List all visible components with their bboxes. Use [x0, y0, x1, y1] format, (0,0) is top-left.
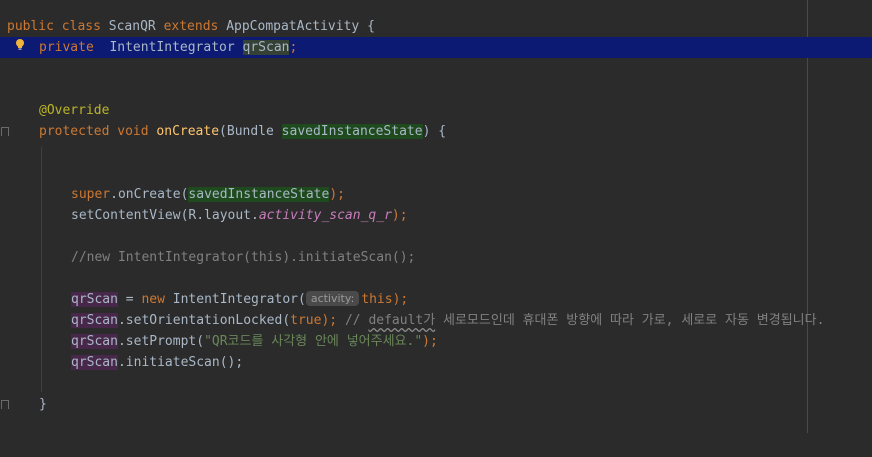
field-qrscan: qrScan — [242, 40, 290, 55]
keyword: true — [290, 313, 322, 328]
keyword: super — [71, 187, 111, 202]
code-line-17[interactable]: qrScan.initiateScan(); — [0, 352, 872, 373]
type-name: IntentIntegrator — [109, 40, 235, 55]
keyword: protected — [39, 124, 110, 139]
annotation: @Override — [39, 103, 110, 118]
code-editor[interactable]: public class ScanQR extends AppCompatAct… — [0, 0, 872, 433]
argument: savedInstanceState — [188, 187, 330, 202]
call: .initiateScan(); — [117, 355, 244, 370]
param-name: savedInstanceState — [281, 124, 423, 139]
keyword: public — [7, 19, 54, 34]
code-line-16[interactable]: qrScan.setPrompt("QR코드를 사각형 안에 넣어주세요."); — [0, 331, 872, 352]
class-name: ScanQR — [108, 19, 156, 34]
keyword: new — [141, 292, 165, 307]
code-line-6[interactable]: protected void onCreate(Bundle savedInst… — [0, 121, 872, 142]
paren: ) — [422, 124, 431, 139]
code-line-19[interactable]: } — [0, 394, 872, 415]
keyword: this — [361, 292, 393, 307]
keyword: class — [61, 19, 101, 34]
call: .onCreate( — [110, 187, 189, 202]
call: setContentView(R.layout. — [71, 208, 259, 223]
keyword: extends — [163, 19, 219, 34]
variable-qrscan: qrScan — [71, 313, 118, 328]
comment: // — [337, 313, 369, 328]
call-end: ); — [391, 208, 408, 223]
comment-typo: default가 — [368, 313, 436, 328]
call-end: ); — [422, 334, 438, 349]
code-line-14[interactable]: qrScan = new IntentIntegrator(activity: t… — [0, 289, 872, 310]
code-line-2-current[interactable]: private IntentIntegrator qrScan; — [0, 37, 872, 58]
comment: //new IntentIntegrator(this).initiateSca… — [71, 250, 416, 265]
code-line-15[interactable]: qrScan.setOrientationLocked(true); // de… — [0, 310, 872, 331]
parameter-hint: activity: — [305, 291, 360, 306]
variable-qrscan: qrScan — [71, 334, 118, 349]
operator: = — [117, 292, 142, 307]
code-line-9[interactable]: super.onCreate(savedInstanceState); — [0, 184, 872, 205]
call-end: ); — [329, 187, 345, 202]
code-line-5[interactable]: @Override — [0, 100, 872, 121]
call-end: ); — [321, 313, 338, 328]
variable-qrscan: qrScan — [71, 292, 118, 307]
call: .setOrientationLocked( — [117, 313, 291, 328]
parent-class: AppCompatActivity — [226, 19, 360, 34]
brace: { — [438, 124, 447, 139]
method-name: onCreate — [156, 124, 220, 139]
code-line-1[interactable]: public class ScanQR extends AppCompatAct… — [0, 16, 872, 37]
brace: { — [367, 19, 375, 34]
comment: 세로모드인데 휴대폰 방향에 따라 가로, 세로로 자동 변경됩니다. — [435, 313, 825, 328]
code-line-12[interactable]: //new IntentIntegrator(this).initiateSca… — [0, 247, 872, 268]
keyword: private — [39, 40, 94, 55]
semicolon: ; — [289, 40, 298, 55]
variable-qrscan: qrScan — [71, 355, 118, 370]
param-type: Bundle — [226, 124, 274, 139]
brace: } — [39, 397, 47, 412]
call-end: ); — [392, 292, 409, 307]
static-field: activity_scan_q_r — [258, 208, 392, 223]
constructor: IntentIntegrator( — [172, 292, 306, 307]
code-line-10[interactable]: setContentView(R.layout.activity_scan_q_… — [0, 205, 872, 226]
call: .setPrompt( — [117, 334, 205, 349]
keyword: void — [117, 124, 149, 139]
string-literal: "QR코드를 사각형 안에 넣어주세요." — [204, 334, 423, 349]
lightbulb-icon[interactable] — [15, 39, 25, 50]
paren: ( — [219, 124, 227, 139]
